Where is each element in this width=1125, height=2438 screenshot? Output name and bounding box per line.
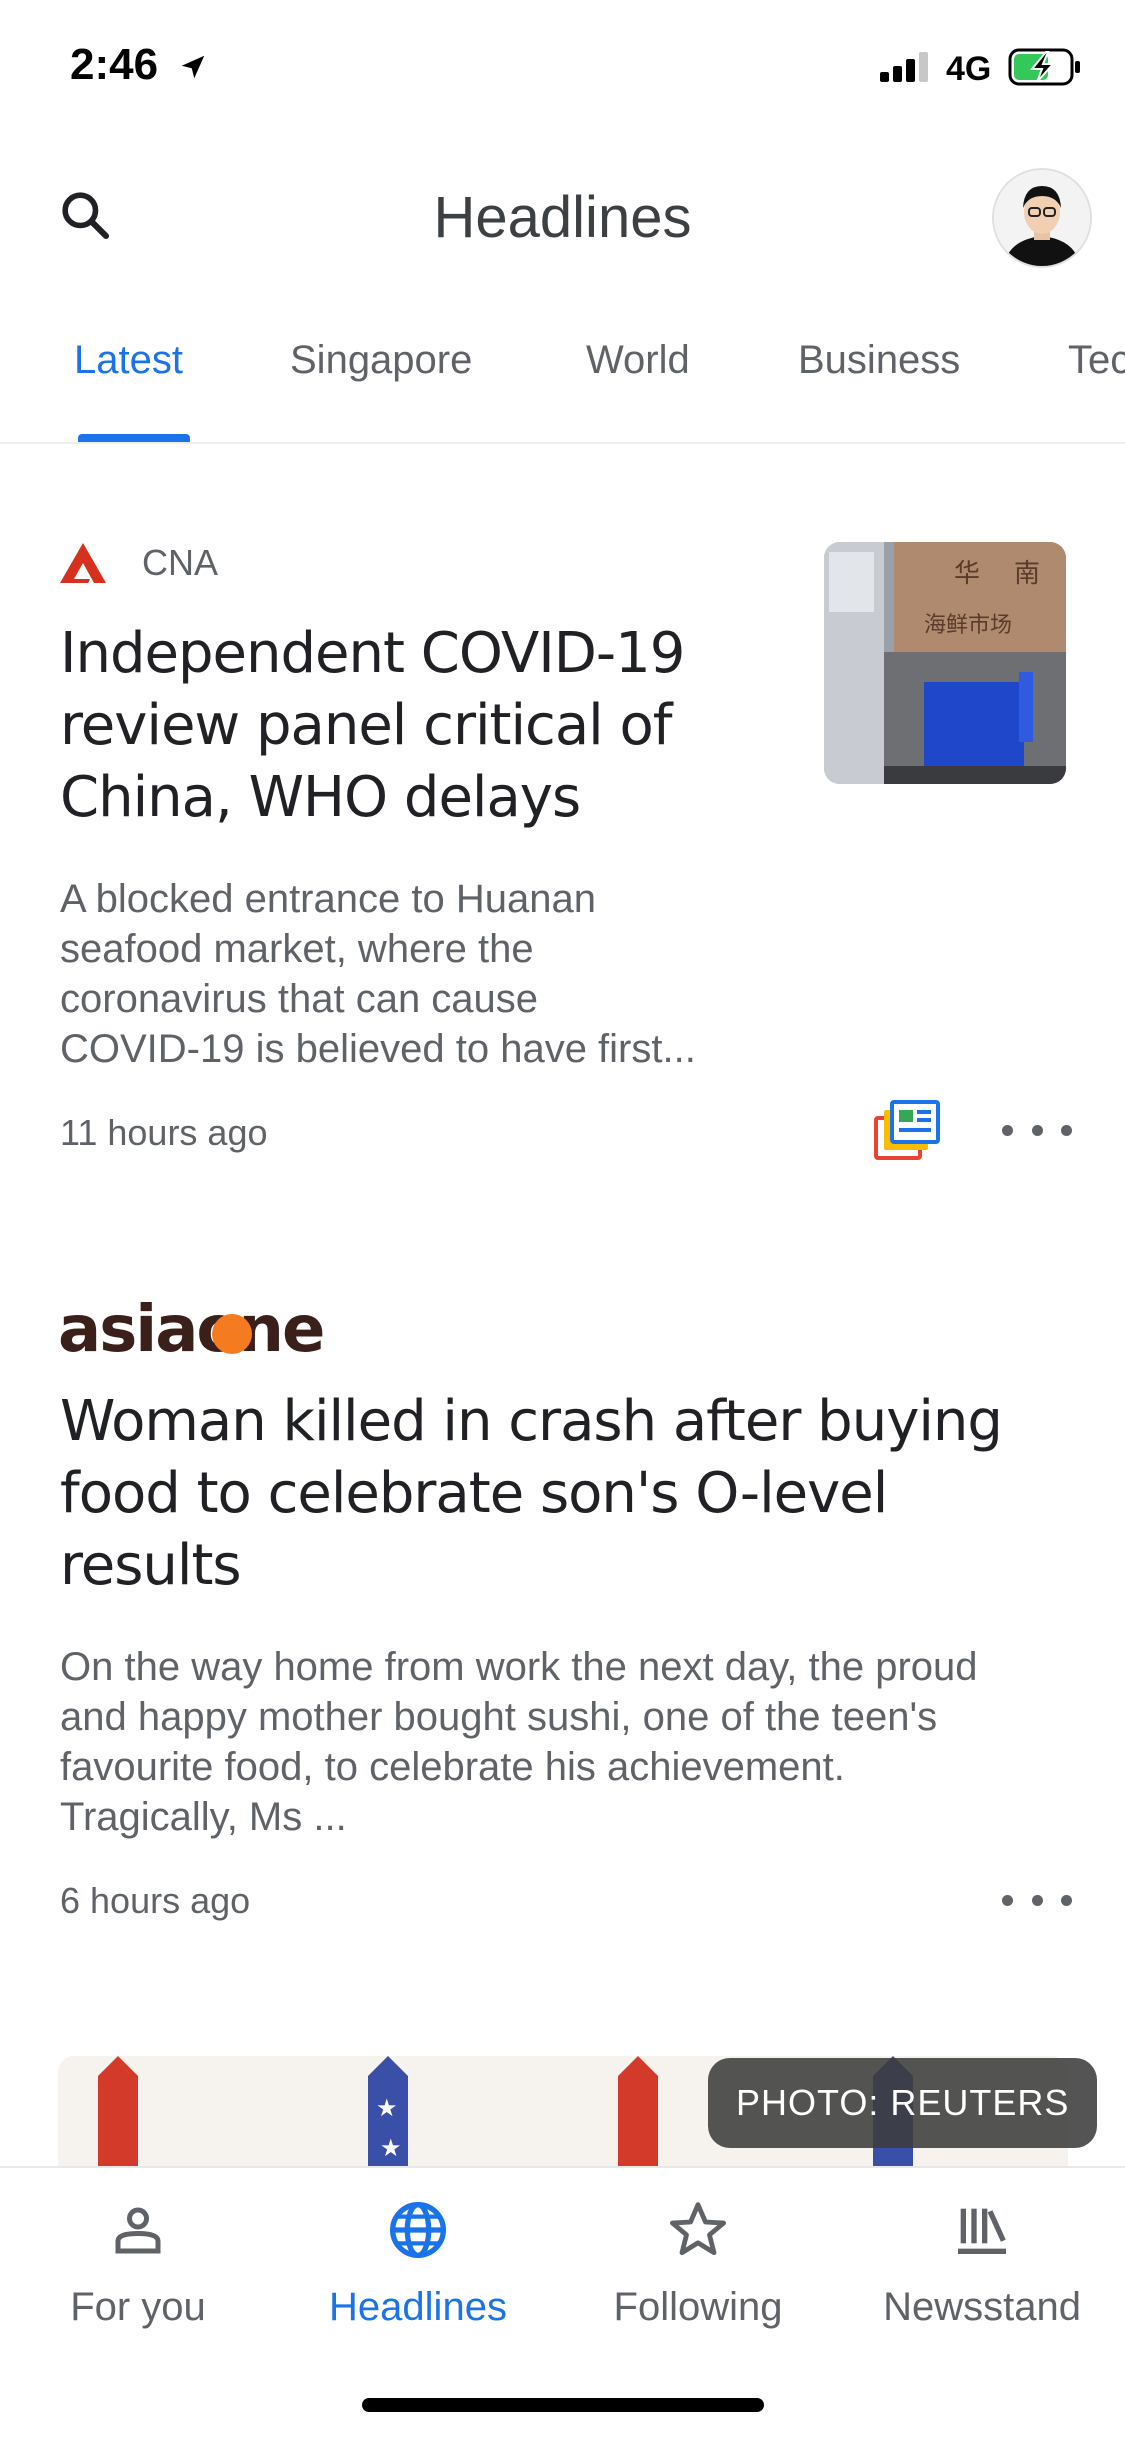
dot-icon <box>1061 1894 1072 1906</box>
nav-label: For you <box>70 2285 206 2329</box>
article-headline[interactable]: Independent COVID-19 review panel critic… <box>60 618 800 834</box>
nav-label: Newsstand <box>883 2285 1081 2329</box>
snippet-line: coronavirus that can cause <box>60 977 539 1021</box>
globe-icon <box>390 2202 446 2258</box>
article-time: 11 hours ago <box>60 1112 268 1153</box>
snippet-line: Tragically, Ms ... <box>60 1795 347 1839</box>
article-snippet: A blocked entrance to Huanan seafood mar… <box>60 874 820 1074</box>
tab-technology[interactable]: Tec <box>1068 338 1125 383</box>
headline-line: results <box>60 1533 242 1598</box>
headline-line: Independent COVID-19 <box>60 621 685 686</box>
status-time: 2:46 <box>70 40 159 89</box>
dot-icon <box>1002 1894 1013 1906</box>
dot-icon <box>1031 1124 1043 1136</box>
asiaone-logo: asiaone <box>58 1293 325 1367</box>
tab-world[interactable]: World <box>586 338 690 383</box>
article-source[interactable]: CNA <box>60 542 218 584</box>
nav-for-you[interactable]: For you <box>18 2198 258 2330</box>
snippet-line: seafood market, where the <box>60 927 534 971</box>
svg-text:海鲜市场: 海鲜市场 <box>924 613 1012 638</box>
nav-newsstand[interactable]: Newsstand <box>862 2198 1102 2330</box>
full-coverage-icon[interactable] <box>874 1100 940 1162</box>
tab-latest[interactable]: Latest <box>74 338 183 383</box>
snippet-line: A blocked entrance to Huanan <box>60 877 596 921</box>
battery-charging-icon <box>1008 48 1080 86</box>
svg-text:南: 南 <box>1014 559 1040 589</box>
more-options-button[interactable] <box>1002 1110 1072 1150</box>
star-icon <box>670 2202 726 2256</box>
for-you-icon <box>115 2207 161 2254</box>
svg-text:★: ★ <box>380 2135 402 2162</box>
svg-text:华: 华 <box>954 559 980 589</box>
nav-following[interactable]: Following <box>578 2198 818 2330</box>
article-source[interactable]: asiaone <box>58 1293 325 1367</box>
snippet-line: favourite food, to celebrate his achieve… <box>60 1745 845 1789</box>
asiaone-logo-dot-icon <box>212 1314 252 1354</box>
nav-headlines[interactable]: Headlines <box>298 2198 538 2330</box>
headline-line: review panel critical of <box>60 693 673 758</box>
tab-business[interactable]: Business <box>798 338 960 383</box>
snippet-line: On the way home from work the next day, … <box>60 1645 978 1689</box>
snippet-line: COVID-19 is believed to have first... <box>60 1027 696 1071</box>
article-thumbnail[interactable]: 华 南 海鲜市场 <box>824 542 1066 784</box>
tab-singapore[interactable]: Singapore <box>290 338 472 383</box>
market-photo: 华 南 海鲜市场 <box>824 542 1066 784</box>
headline-line: China, WHO delays <box>60 765 581 830</box>
avatar-photo <box>994 170 1090 266</box>
account-avatar[interactable] <box>992 168 1092 268</box>
svg-text:★: ★ <box>376 2095 398 2122</box>
article-snippet: On the way home from work the next day, … <box>60 1642 1070 1842</box>
network-type: 4G <box>946 50 992 88</box>
photo-credit-label: PHOTO: REUTERS <box>708 2058 1098 2148</box>
newsstand-icon <box>958 2208 1006 2254</box>
active-tab-indicator <box>78 434 190 442</box>
tab-divider <box>0 442 1125 444</box>
section-tabs: Latest Singapore World Business Tec <box>0 338 1125 448</box>
dot-icon <box>1002 1124 1013 1136</box>
headline-line: Woman killed in crash after buying <box>60 1389 1003 1454</box>
headline-line: food to celebrate son's O-level <box>60 1461 888 1526</box>
dot-icon <box>1061 1124 1072 1136</box>
article-time: 6 hours ago <box>60 1880 251 1921</box>
nav-label: Headlines <box>329 2285 507 2329</box>
page-title: Headlines <box>433 185 692 250</box>
location-arrow-icon <box>181 55 205 79</box>
home-indicator[interactable] <box>362 2398 764 2412</box>
dot-icon <box>1031 1894 1043 1906</box>
nav-label: Following <box>613 2285 783 2329</box>
signal-icon <box>880 52 928 82</box>
article-headline[interactable]: Woman killed in crash after buying food … <box>60 1386 1070 1602</box>
more-options-button[interactable] <box>1002 1880 1072 1920</box>
cna-logo-icon <box>60 543 106 583</box>
source-name: CNA <box>142 542 219 583</box>
snippet-line: and happy mother bought sushi, one of th… <box>60 1695 938 1739</box>
